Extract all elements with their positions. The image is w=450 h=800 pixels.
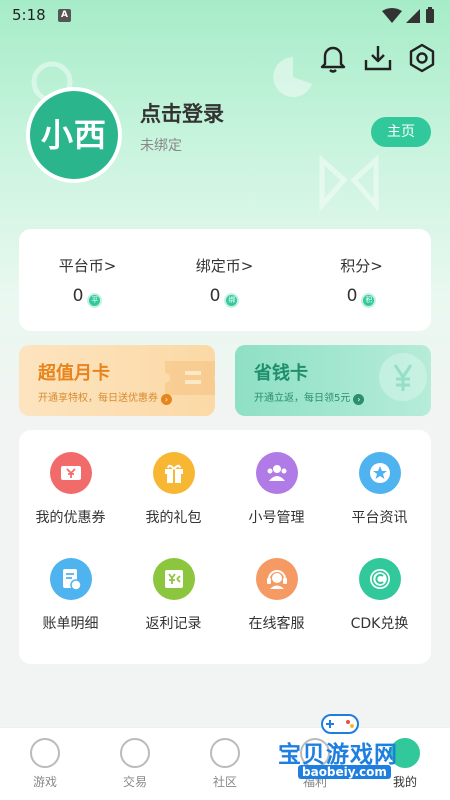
star-news-icon (359, 452, 401, 494)
service-platform-news[interactable]: 平台资讯 (328, 452, 431, 542)
balance-card: 平台币> 0平 绑定币> 0绑 积分> 0积 (19, 229, 431, 331)
status-bar: 5:18 A (0, 0, 450, 32)
savings-card-promo[interactable]: 省钱卡 开通立返，每日领5元 › (235, 345, 431, 416)
cdk-copyright-icon (359, 558, 401, 600)
promo-subtitle: 开通立返，每日领5元 (254, 393, 351, 404)
gift-icon (153, 452, 195, 494)
rebate-icon (153, 558, 195, 600)
nav-label: 游戏 (32, 775, 57, 789)
balance-label: 积分 (340, 257, 371, 275)
chevron-right-icon: > (240, 257, 254, 275)
points-balance[interactable]: 积分> 0积 (293, 229, 430, 331)
service-label: 我的优惠券 (35, 510, 106, 526)
headset-icon (256, 558, 298, 600)
gamepad-icon (30, 738, 60, 768)
service-label: 我的礼包 (145, 510, 202, 526)
arrow-right-icon: › (353, 394, 365, 405)
coin-icon: 平 (87, 293, 103, 308)
promo-title: 省钱卡 (254, 363, 308, 384)
settings-hexagon-icon[interactable] (406, 42, 438, 74)
signal-battery-icon (382, 7, 434, 23)
balance-value: 0 (72, 286, 84, 306)
service-label: 在线客服 (248, 616, 305, 632)
decoration-bowtie-icon (319, 154, 379, 212)
avatar[interactable]: 小西 (26, 87, 122, 183)
nav-tab-trade[interactable]: 交易 (90, 736, 180, 796)
service-online-support[interactable]: 在线客服 (225, 558, 328, 648)
promo-title: 超值月卡 (38, 363, 110, 384)
exchange-icon (120, 738, 150, 768)
login-title[interactable]: 点击登录 (140, 98, 224, 128)
chevron-right-icon: > (103, 257, 117, 275)
monthly-card-promo[interactable]: 超值月卡 开通享特权，每日送优惠券 › (19, 345, 215, 416)
service-coupons[interactable]: 我的优惠券 (19, 452, 122, 542)
gamepad-icon (321, 714, 359, 734)
download-icon[interactable] (362, 42, 394, 74)
service-gift-packs[interactable]: 我的礼包 (122, 452, 225, 542)
coin-icon: 积 (361, 293, 377, 308)
services-grid: 我的优惠券 我的礼包 小号管理 平台资讯 账单明细 返利记录 在线客服 CDK兑… (19, 430, 431, 664)
home-button[interactable]: 主页 (371, 117, 431, 147)
arrow-right-icon: › (161, 394, 172, 405)
service-rebate-records[interactable]: 返利记录 (122, 558, 225, 648)
accounts-group-icon (256, 452, 298, 494)
notification-icon: A (58, 9, 71, 22)
balance-label: 绑定币 (195, 257, 241, 275)
planet-icon (210, 738, 240, 768)
bind-status: 未绑定 (140, 138, 182, 154)
nav-tab-community[interactable]: 社区 (180, 736, 270, 796)
watermark-url: baobeiy.com (298, 765, 391, 779)
bell-icon[interactable] (317, 42, 349, 74)
service-label: 小号管理 (248, 510, 305, 526)
bound-coin-balance[interactable]: 绑定币> 0绑 (156, 229, 293, 331)
nav-tab-games[interactable]: 游戏 (0, 736, 90, 796)
balance-value: 0 (346, 286, 358, 306)
chevron-right-icon: > (370, 257, 383, 275)
service-cdk-redeem[interactable]: CDK兑换 (328, 558, 431, 648)
service-label: 平台资讯 (351, 510, 408, 526)
platform-coin-balance[interactable]: 平台币> 0平 (19, 229, 156, 331)
promo-subtitle: 开通享特权，每日送优惠券 (38, 393, 158, 404)
service-label: 账单明细 (42, 616, 99, 632)
balance-value: 0 (209, 286, 221, 306)
service-sub-accounts[interactable]: 小号管理 (225, 452, 328, 542)
watermark: 宝贝游戏网 baobeiy.com (278, 705, 428, 785)
status-time: 5:18 (12, 6, 46, 24)
coupon-yen-icon (50, 452, 92, 494)
balance-label: 平台币 (58, 257, 104, 275)
bill-icon (50, 558, 92, 600)
service-label: 返利记录 (145, 616, 202, 632)
nav-label: 社区 (212, 775, 237, 789)
service-label: CDK兑换 (350, 616, 409, 632)
nav-label: 交易 (122, 775, 147, 789)
decoration-pacman-icon (273, 57, 312, 97)
yen-coin-icon (379, 353, 427, 401)
service-bill-details[interactable]: 账单明细 (19, 558, 122, 648)
watermark-text: 宝贝游戏网 (278, 742, 398, 768)
coin-icon: 绑 (224, 293, 240, 308)
